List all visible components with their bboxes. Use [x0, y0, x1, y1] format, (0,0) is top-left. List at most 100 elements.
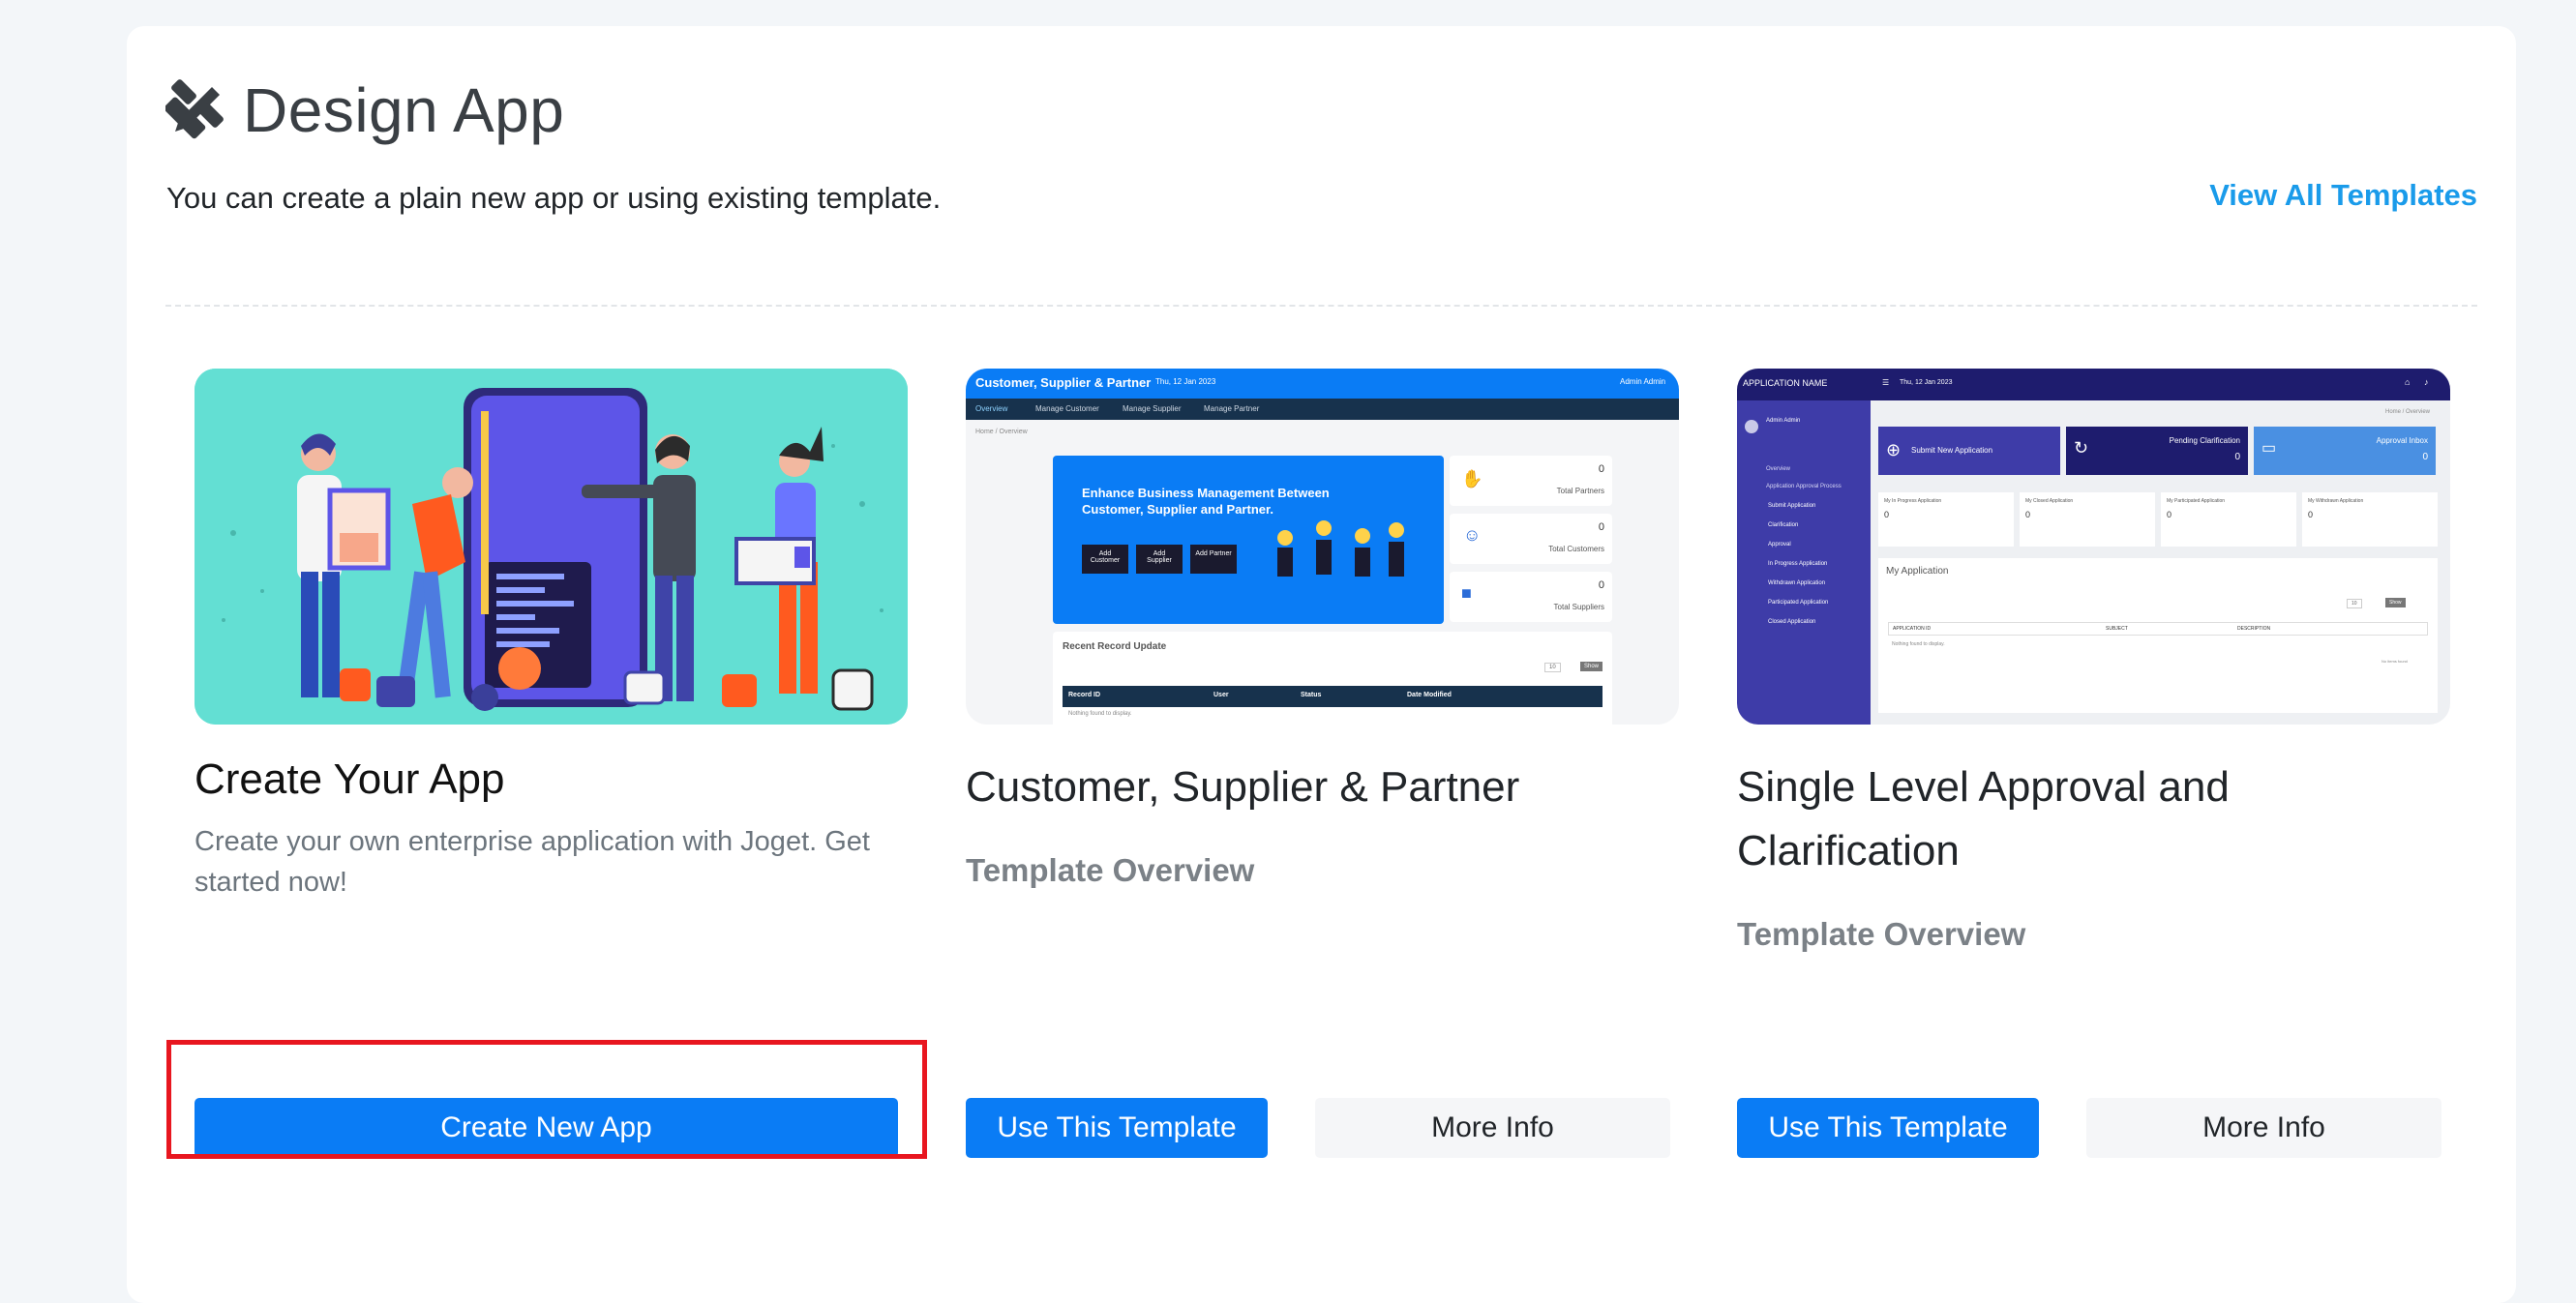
preview-tile: ↻ Pending Clarification 0: [2066, 427, 2248, 475]
preview-menu-item: Submit Application: [1768, 503, 1816, 509]
preview-menu-item: Application Approval Process: [1766, 484, 1842, 489]
card-title: Single Level Approval and Clarification: [1737, 763, 2230, 874]
preview-stat-value: 0: [2167, 510, 2172, 519]
preview-column: DESCRIPTION: [2237, 626, 2271, 632]
user-icon: ☺: [1463, 525, 1482, 545]
preview-tile-label: Pending Clarification: [2169, 436, 2240, 445]
template-overview-label: Template Overview: [1737, 916, 2026, 952]
preview-breadcrumb: Home / Overview: [975, 429, 1028, 435]
create-new-app-highlight: [166, 1040, 927, 1159]
preview-tile-count: 0: [2422, 452, 2428, 462]
preview-stat-value: 0: [1884, 510, 1890, 519]
section-divider: [165, 305, 2477, 307]
preview-tab: Manage Customer: [1035, 404, 1099, 413]
template-preview-customer-supplier[interactable]: Customer, Supplier & Partner Thu, 12 Jan…: [966, 369, 1679, 725]
preview-date: Thu, 12 Jan 2023: [1900, 379, 1953, 386]
preview-stat-box: My Participated Application 0: [2161, 492, 2296, 547]
customer-supplier-partner-card: Customer, Supplier & Partner Thu, 12 Jan…: [966, 369, 1679, 889]
preview-stat-box: My Closed Application 0: [2020, 492, 2155, 547]
preview-tile-label: Approval Inbox: [2376, 436, 2428, 445]
preview-banner: Enhance Business Management Between Cust…: [1053, 456, 1444, 624]
preview-tab: Overview: [975, 404, 1008, 413]
preview-tab: Manage Supplier: [1123, 404, 1182, 413]
template-preview-approval[interactable]: APPLICATION NAME ☰ Thu, 12 Jan 2023 ⌂ ♪ …: [1737, 369, 2450, 725]
preview-recent-panel: Recent Record Update 10 Show Record ID U…: [1053, 632, 1612, 725]
design-tools-icon: [164, 75, 231, 146]
home-icon: ⌂: [2405, 377, 2411, 387]
card-title: Customer, Supplier & Partner: [966, 763, 1520, 811]
preview-tile-label: Submit New Application: [1911, 446, 1993, 455]
preview-page-size: 10: [2347, 599, 2362, 608]
preview-stat-label: My Participated Application: [2167, 498, 2226, 504]
more-info-button[interactable]: More Info: [1315, 1098, 1670, 1158]
use-this-template-button[interactable]: Use This Template: [1737, 1098, 2039, 1158]
preview-stat-card: ■ 0 Total Suppliers: [1450, 572, 1612, 622]
preview-tile-count: 0: [2234, 452, 2240, 462]
avatar: [1745, 420, 1758, 433]
preview-empty-text: Nothing found to display.: [1892, 641, 1945, 647]
handshake-icon: ✋: [1461, 469, 1483, 489]
preview-user: Admin Admin: [1620, 377, 1666, 386]
preview-stat-value: 0: [1598, 579, 1604, 591]
preview-column: APPLICATION ID: [1893, 626, 1932, 632]
preview-menu-item: Closed Application: [1768, 619, 1816, 625]
preview-menu-item: In Progress Application: [1768, 561, 1828, 567]
preview-app-header: APPLICATION NAME ☰ Thu, 12 Jan 2023 ⌂ ♪: [1737, 369, 2450, 400]
preview-page-size: 10: [1544, 663, 1561, 672]
page-title: Design App: [243, 75, 565, 145]
preview-stat-value: 0: [2025, 510, 2031, 519]
more-info-button[interactable]: More Info: [2086, 1098, 2441, 1158]
preview-show-button: Show: [2385, 598, 2406, 607]
preview-stat-label: Total Partners: [1556, 487, 1604, 495]
preview-column: SUBJECT: [2106, 626, 2128, 632]
preview-my-application-panel: My Application 10 Show APPLICATION ID SU…: [1878, 558, 2438, 713]
inbox-icon: ▭: [2261, 440, 2277, 457]
preview-table-header: Record ID User Status Date Modified: [1063, 686, 1603, 707]
template-overview-label: Template Overview: [966, 852, 1255, 888]
preview-tab-bar: Overview Manage Customer Manage Supplier…: [966, 399, 1679, 420]
preview-app-title: Customer, Supplier & Partner: [975, 375, 1152, 390]
preview-menu-item: Participated Application: [1768, 600, 1829, 606]
preview-recent-title: Recent Record Update: [1063, 641, 1167, 652]
card-title: Create Your App: [195, 755, 505, 803]
hamburger-icon: ☰: [1882, 378, 1890, 387]
refresh-icon: ↻: [2074, 438, 2089, 458]
preview-show-button: Show: [1580, 662, 1603, 671]
preview-stat-box: My In Progress Application 0: [1878, 492, 2014, 547]
plus-circle-icon: ⊕: [1886, 440, 1902, 459]
preview-stat-card: ☺ 0 Total Customers: [1450, 514, 1612, 564]
preview-stat-label: Total Suppliers: [1553, 603, 1604, 611]
preview-column: Record ID: [1068, 692, 1101, 698]
view-all-templates-link[interactable]: View All Templates: [2209, 178, 2477, 213]
preview-stat-card: ✋ 0 Total Partners: [1450, 456, 1612, 506]
preview-menu-item: Overview: [1766, 466, 1791, 472]
use-this-template-button[interactable]: Use This Template: [966, 1098, 1268, 1158]
preview-menu-item: Withdrawn Application: [1768, 580, 1826, 586]
truck-icon: ■: [1461, 583, 1472, 603]
preview-stat-value: 0: [2308, 510, 2314, 519]
preview-empty-text: Nothing found to display.: [1068, 711, 1132, 717]
preview-stat-value: 0: [1598, 521, 1604, 533]
page-header: Design App: [164, 74, 565, 146]
create-app-illustration: [195, 369, 908, 725]
team-illustration-icon: [1277, 520, 1404, 577]
preview-menu-item: Clarification: [1768, 522, 1799, 528]
preview-sidebar: Admin Admin Overview Application Approva…: [1737, 400, 1871, 725]
preview-stat-box: My Withdrawn Application 0: [2302, 492, 2438, 547]
preview-table-header: APPLICATION ID SUBJECT DESCRIPTION: [1888, 622, 2428, 636]
preview-breadcrumb: Home / Overview: [2385, 409, 2431, 415]
preview-user: Admin Admin: [1766, 418, 1801, 424]
preview-date: Thu, 12 Jan 2023: [1155, 377, 1216, 386]
preview-app-name: APPLICATION NAME: [1743, 378, 1828, 388]
preview-section-title: My Application: [1886, 566, 1949, 577]
preview-tile: ▭ Approval Inbox 0: [2254, 427, 2436, 475]
preview-column: Status: [1301, 692, 1322, 698]
bell-icon: ♪: [2424, 377, 2429, 387]
create-your-app-card: Create Your App Create your own enterpri…: [195, 369, 908, 903]
preview-banner-button: Add Partner: [1190, 545, 1237, 574]
preview-stat-label: My Withdrawn Application: [2308, 498, 2364, 504]
preview-tile: ⊕ Submit New Application: [1878, 427, 2060, 475]
card-description: Create your own enterprise application w…: [195, 826, 870, 898]
preview-stat-label: My In Progress Application: [1884, 498, 1942, 504]
preview-banner-button: Add Supplier: [1136, 545, 1183, 574]
